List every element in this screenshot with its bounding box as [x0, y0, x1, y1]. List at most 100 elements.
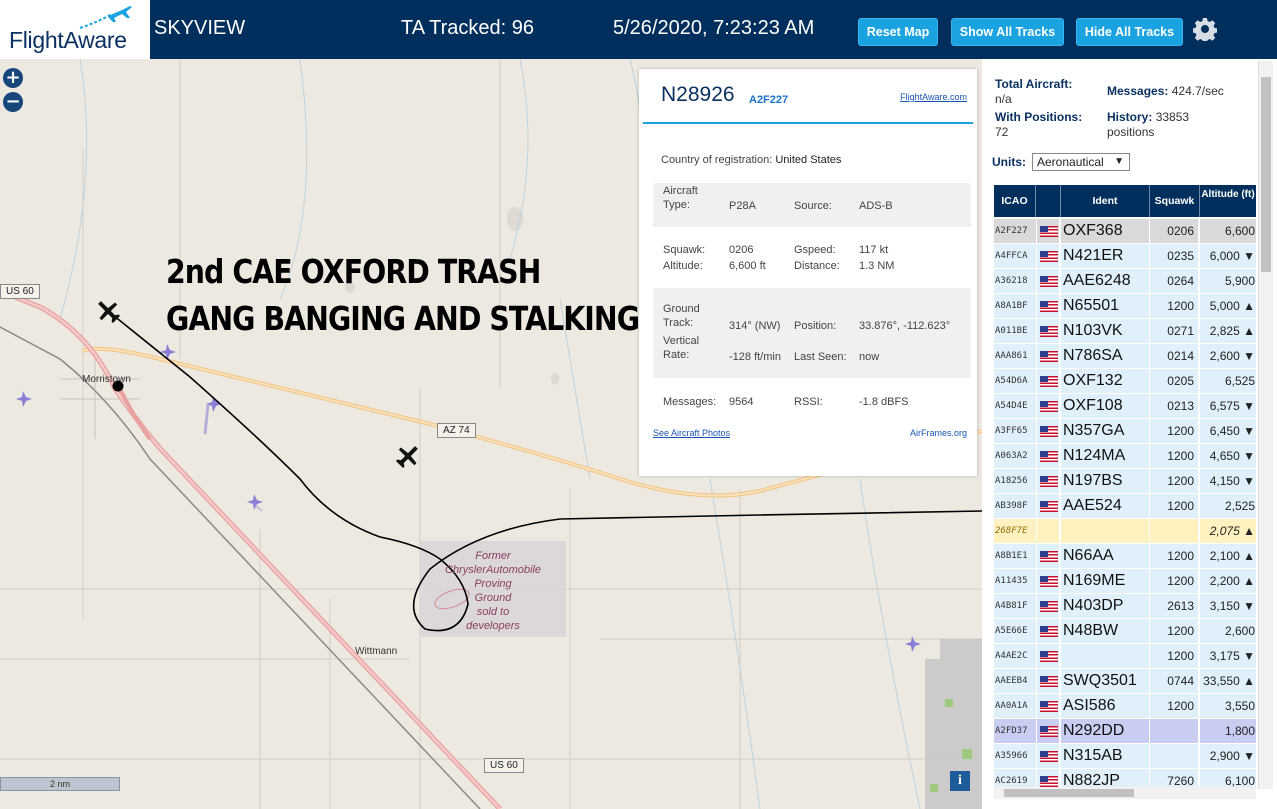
card-squawk-block: Squawk: 0206 Gspeed: 117 kt Altitude: 6,…	[653, 241, 971, 275]
us-flag-icon	[1040, 376, 1058, 387]
row-ident: SWQ3501	[1061, 669, 1149, 693]
row-flag	[1037, 744, 1059, 768]
row-squawk: 1200	[1150, 419, 1198, 443]
row-flag	[1037, 469, 1059, 493]
table-row[interactable]: A18256 N197BS 1200 4,150 ▼	[994, 469, 1256, 493]
us-flag-icon	[1040, 226, 1058, 237]
table-row[interactable]: AAA861 N786SA 0214 2,600 ▼	[994, 344, 1256, 368]
col-flag[interactable]	[1036, 185, 1061, 217]
table-row[interactable]: A35966 N315AB 2,900 ▼	[994, 744, 1256, 768]
table-row[interactable]: A4FFCA N421ER 0235 6,000 ▼	[994, 244, 1256, 268]
row-altitude: 4,650 ▼	[1200, 444, 1256, 468]
aircraft-photos-link[interactable]: See Aircraft Photos	[653, 428, 730, 438]
row-ident: N48BW	[1061, 619, 1149, 643]
us-flag-icon	[1040, 576, 1058, 587]
col-altitude[interactable]: Altitude (ft)	[1200, 185, 1256, 217]
row-ident	[1061, 519, 1149, 543]
airframes-link[interactable]: AirFrames.org	[910, 428, 967, 438]
row-icao: A011BE	[994, 319, 1036, 343]
messages-label: Messages:	[663, 396, 717, 408]
row-ident: AAE524	[1061, 494, 1149, 518]
table-row[interactable]: A54D6A OXF132 0205 6,525	[994, 369, 1256, 393]
us-flag-icon	[1040, 626, 1058, 637]
row-ident: OXF132	[1061, 369, 1149, 393]
row-ident: OXF108	[1061, 394, 1149, 418]
row-flag	[1037, 519, 1059, 543]
row-icao: A18256	[994, 469, 1036, 493]
row-squawk: 0206	[1150, 219, 1198, 243]
gspeed-label: Gspeed:	[794, 244, 836, 256]
last-seen-label: Last Seen:	[794, 351, 847, 363]
us-flag-icon	[1040, 751, 1058, 762]
table-row[interactable]: A11435 N169ME 1200 2,200 ▲	[994, 569, 1256, 593]
flightaware-link[interactable]: FlightAware.com	[900, 92, 967, 102]
row-squawk: 1200	[1150, 494, 1198, 518]
card-country: Country of registration: United States	[661, 154, 842, 166]
table-row[interactable]: A8B1E1 N66AA 1200 2,100 ▲	[994, 544, 1256, 568]
table-row[interactable]: A36218 AAE6248 0264 5,900	[994, 269, 1256, 293]
zoom-in-button[interactable]: +	[3, 68, 23, 88]
reset-map-button[interactable]: Reset Map	[858, 18, 938, 46]
row-altitude: 4,150 ▼	[1200, 469, 1256, 493]
row-icao: A54D6A	[994, 369, 1036, 393]
table-row[interactable]: A2FD37 N292DD 1,800	[994, 719, 1256, 743]
row-icao: A11435	[994, 569, 1036, 593]
row-squawk: 1200	[1150, 544, 1198, 568]
table-row[interactable]: A3FF65 N357GA 1200 6,450 ▼	[994, 419, 1256, 443]
units-select[interactable]: Aeronautical ▼	[1032, 153, 1130, 171]
sidebar-vertical-scrollbar[interactable]	[1258, 61, 1273, 789]
table-row[interactable]: A4AE2C 1200 3,175 ▼	[994, 644, 1256, 668]
us-flag-icon	[1040, 501, 1058, 512]
table-row[interactable]: AA0A1A ASI586 1200 3,550	[994, 694, 1256, 718]
row-flag	[1037, 644, 1059, 668]
row-icao: A063A2	[994, 444, 1036, 468]
table-row[interactable]: A5E66E N48BW 1200 2,600	[994, 619, 1256, 643]
col-icao[interactable]: ICAO	[994, 185, 1036, 217]
hide-all-tracks-button[interactable]: Hide All Tracks	[1076, 18, 1183, 46]
row-squawk: 0214	[1150, 344, 1198, 368]
col-ident[interactable]: Ident	[1061, 185, 1150, 217]
messages-value: 9564	[729, 396, 754, 408]
vertical-rate-value: -128 ft/min	[729, 351, 781, 363]
table-row[interactable]: A8A1BF N65501 1200 5,000 ▲	[994, 294, 1256, 318]
table-horizontal-scrollbar[interactable]	[994, 787, 1256, 799]
row-flag	[1037, 219, 1059, 243]
row-squawk: 2613	[1150, 594, 1198, 618]
row-ident: N357GA	[1061, 419, 1149, 443]
card-hex[interactable]: A2F227	[749, 94, 788, 106]
us-flag-icon	[1040, 601, 1058, 612]
row-ident: N403DP	[1061, 594, 1149, 618]
rssi-label: RSSI:	[794, 396, 823, 408]
scrollbar-thumb[interactable]	[1261, 77, 1271, 272]
settings-gear-icon[interactable]	[1193, 17, 1217, 41]
table-row[interactable]: A011BE N103VK 0271 2,825 ▲	[994, 319, 1256, 343]
col-squawk[interactable]: Squawk	[1150, 185, 1200, 217]
map-info-button[interactable]: i	[950, 771, 970, 791]
card-separator	[643, 122, 973, 124]
row-squawk: 0271	[1150, 319, 1198, 343]
show-all-tracks-button[interactable]: Show All Tracks	[951, 18, 1064, 46]
row-ident: N169ME	[1061, 569, 1149, 593]
table-row[interactable]: A063A2 N124MA 1200 4,650 ▼	[994, 444, 1256, 468]
flightaware-logo[interactable]: FlightAware	[0, 0, 150, 59]
vertical-rate-label: Vertical Rate:	[663, 335, 700, 361]
card-registration: N28926	[661, 83, 735, 106]
top-bar: FlightAware SKYVIEW TA Tracked: 96 5/26/…	[0, 0, 1277, 59]
table-row[interactable]: AAEEB4 SWQ3501 0744 33,550 ▲	[994, 669, 1256, 693]
row-squawk: 1200	[1150, 694, 1198, 718]
row-altitude: 3,175 ▼	[1200, 644, 1256, 668]
table-row[interactable]: A54D4E OXF108 0213 6,575 ▼	[994, 394, 1256, 418]
zoom-out-button[interactable]: −	[3, 92, 23, 112]
row-altitude: 2,200 ▲	[1200, 569, 1256, 593]
card-type-block: Aircraft Type: P28A Source: ADS-B	[653, 183, 971, 227]
hscroll-thumb[interactable]	[1004, 789, 1134, 797]
table-row[interactable]: AB398F AAE524 1200 2,525	[994, 494, 1256, 518]
row-altitude: 2,525	[1200, 494, 1256, 518]
table-row[interactable]: 268F7E 2,075 ▲	[994, 519, 1256, 543]
us-flag-icon	[1040, 326, 1058, 337]
table-row[interactable]: A4B81F N403DP 2613 3,150 ▼	[994, 594, 1256, 618]
row-altitude: 6,450 ▼	[1200, 419, 1256, 443]
table-row[interactable]: A2F227 OXF368 0206 6,600	[994, 219, 1256, 243]
ground-track-label: Ground Track:	[663, 303, 700, 329]
row-flag	[1037, 694, 1059, 718]
